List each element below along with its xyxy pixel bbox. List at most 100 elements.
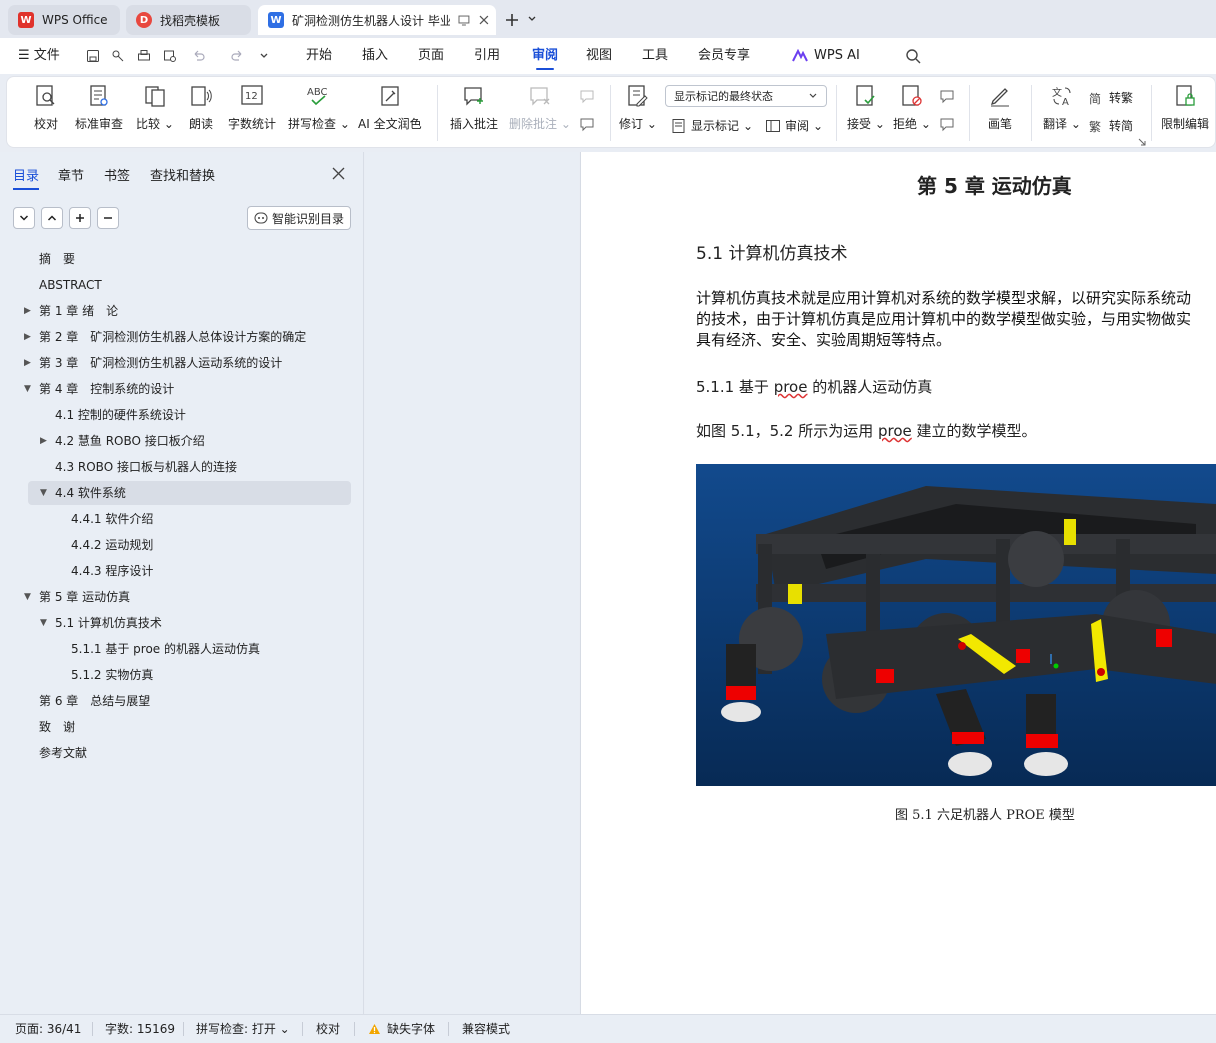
toc-item[interactable]: 致 谢 (0, 714, 364, 740)
close-pane-icon[interactable] (332, 167, 345, 180)
nav-tab-bookmarks[interactable]: 书签 (104, 165, 130, 184)
share-link-icon[interactable] (111, 49, 125, 63)
standard-review-button[interactable]: 标准审查 (75, 83, 123, 132)
collapsed-arrow-icon[interactable]: ▶ (24, 298, 31, 324)
smart-toc-button[interactable]: 智能识别目录 (247, 206, 351, 230)
toc-item[interactable]: ▶ 4.2 慧鱼 ROBO 接口板介绍 (0, 428, 364, 454)
close-tab-icon[interactable] (478, 14, 490, 26)
toc-item[interactable]: 4.4.2 运动规划 (0, 532, 364, 558)
tab-document[interactable]: W 矿洞检测仿生机器人设计 毕业 (258, 5, 496, 35)
toc-item[interactable]: ▶ 第 3 章 矿洞检测仿生机器人运动系统的设计 (0, 350, 364, 376)
to-traditional-button[interactable]: 简 转繁 (1089, 89, 1133, 106)
previous-change-icon[interactable] (939, 89, 957, 105)
svg-text:A: A (1062, 97, 1069, 108)
tab-docer-templates[interactable]: D 找稻壳模板 (126, 5, 251, 35)
proofread-status[interactable]: 校对 (316, 1015, 340, 1043)
undo-icon[interactable] (191, 49, 205, 63)
toc-item[interactable]: 5.1.2 实物仿真 (0, 662, 364, 688)
tab-wps-office[interactable]: W WPS Office (8, 5, 120, 35)
track-changes-button[interactable]: 修订 ⌄ (619, 83, 657, 132)
print-preview-icon[interactable] (163, 49, 177, 63)
collapse-up-button[interactable] (41, 207, 63, 229)
toc-item[interactable]: 参考文献 (0, 740, 364, 766)
toc-item[interactable]: 4.1 控制的硬件系统设计 (0, 402, 364, 428)
previous-comment-icon[interactable] (579, 89, 597, 105)
menu-item-reference[interactable]: 引用 (474, 38, 500, 74)
proofread-button[interactable]: 校对 (33, 83, 59, 132)
remove-heading-button[interactable] (97, 207, 119, 229)
menu-item-view[interactable]: 视图 (586, 38, 612, 74)
expanded-arrow-icon[interactable]: ▼ (24, 584, 31, 610)
collapsed-arrow-icon[interactable]: ▶ (40, 428, 47, 454)
redo-icon[interactable] (231, 49, 245, 63)
page-indicator[interactable]: 页面: 36/41 (15, 1015, 81, 1043)
next-change-icon[interactable] (939, 117, 957, 133)
toc-item[interactable]: ▶ 第 1 章 绪 论 (0, 298, 364, 324)
toc-item[interactable]: 第 6 章 总结与展望 (0, 688, 364, 714)
show-markup-button[interactable]: 显示标记 ⌄ (671, 117, 753, 134)
collapsed-arrow-icon[interactable]: ▶ (24, 324, 31, 350)
expanded-arrow-icon[interactable]: ▼ (24, 376, 31, 402)
collapse-down-button[interactable] (13, 207, 35, 229)
to-simplified-button[interactable]: 繁 转简 (1089, 117, 1133, 134)
spell-check-button[interactable]: ABC 拼写检查 ⌄ (288, 83, 350, 132)
spell-check-status[interactable]: 拼写检查: 打开 ⌄ (196, 1015, 290, 1043)
wps-ai-button[interactable]: WPS AI (792, 38, 860, 74)
expanded-arrow-icon[interactable]: ▼ (40, 480, 47, 506)
file-menu[interactable]: ☰ 文件 (18, 38, 60, 74)
word-count-indicator[interactable]: 字数: 15169 (105, 1015, 175, 1043)
menu-item-member[interactable]: 会员专享 (698, 38, 750, 74)
toc-item[interactable]: ▼ 第 4 章 控制系统的设计 (0, 376, 364, 402)
search-icon[interactable] (905, 48, 921, 64)
pen-button[interactable]: 画笔 (987, 83, 1013, 132)
save-icon[interactable] (86, 49, 100, 63)
translate-button[interactable]: 文A 翻译 ⌄ (1043, 83, 1081, 132)
menu-item-insert[interactable]: 插入 (362, 38, 388, 74)
read-aloud-button[interactable]: 朗读 (188, 83, 214, 132)
nav-tab-toc[interactable]: 目录 (13, 165, 40, 190)
restrict-edit-button[interactable]: 限制编辑 (1161, 83, 1209, 132)
document-page[interactable]: 第 5 章 运动仿真 5.1 计算机仿真技术 计算机仿真技术就是应用计算机对系统… (580, 152, 1216, 1014)
nav-tab-chapters[interactable]: 章节 (58, 165, 84, 184)
ribbon-separator (1031, 85, 1032, 141)
toc-item[interactable]: ▼ 第 5 章 运动仿真 (0, 584, 364, 610)
toc-item[interactable]: 摘 要 (0, 246, 364, 272)
compare-button[interactable]: 比较 ⌄ (136, 83, 174, 132)
insert-comment-button[interactable]: 插入批注 (450, 83, 498, 132)
collapsed-arrow-icon[interactable]: ▶ (24, 350, 31, 376)
toc-item-label: 5.1 计算机仿真技术 (55, 616, 162, 630)
toc-item[interactable]: ▶ 第 2 章 矿洞检测仿生机器人总体设计方案的确定 (0, 324, 364, 350)
expanded-arrow-icon[interactable]: ▼ (40, 610, 47, 636)
toc-item[interactable]: 4.4.1 软件介绍 (0, 506, 364, 532)
markup-mode-select[interactable]: 显示标记的最终状态 (665, 85, 827, 107)
new-tab-icon[interactable] (504, 12, 520, 28)
toc-item[interactable]: ▼ 5.1 计算机仿真技术 (0, 610, 364, 636)
print-icon[interactable] (137, 49, 151, 63)
toc-item[interactable]: 4.4.3 程序设计 (0, 558, 364, 584)
word-count-button[interactable]: 12 字数统计 (228, 83, 276, 132)
toc-item[interactable]: 5.1.1 基于 proe 的机器人运动仿真 (0, 636, 364, 662)
toc-item[interactable]: ▼ 4.4 软件系统 (0, 480, 364, 506)
ai-polish-button[interactable]: AI 全文润色 (358, 83, 422, 132)
menu-item-review[interactable]: 审阅 (530, 38, 560, 74)
delete-comment-button[interactable]: 删除批注 ⌄ (509, 83, 571, 132)
accept-button[interactable]: 接受 ⌄ (847, 83, 885, 132)
menu-item-tools[interactable]: 工具 (642, 38, 668, 74)
ribbon-expand-icon[interactable] (1138, 138, 1146, 146)
quick-access-chevron-icon[interactable] (259, 51, 269, 61)
add-heading-button[interactable] (69, 207, 91, 229)
menu-item-page[interactable]: 页面 (418, 38, 444, 74)
reject-button[interactable]: 拒绝 ⌄ (893, 83, 931, 132)
spelling-flagged-word[interactable]: proe (878, 422, 912, 440)
menu-item-start[interactable]: 开始 (306, 38, 332, 74)
toc-item[interactable]: 4.3 ROBO 接口板与机器人的连接 (0, 454, 364, 480)
missing-font-indicator[interactable]: 缺失字体 (368, 1015, 435, 1043)
next-comment-icon[interactable] (579, 117, 597, 133)
toc-item[interactable]: ABSTRACT (0, 272, 364, 298)
toc-item-label: 第 3 章 矿洞检测仿生机器人运动系统的设计 (39, 356, 283, 370)
robot-model-figure[interactable] (696, 464, 1216, 786)
nav-tab-find-replace[interactable]: 查找和替换 (150, 165, 215, 184)
tab-list-chevron-icon[interactable] (527, 14, 537, 24)
spelling-flagged-word[interactable]: proe (774, 378, 808, 396)
review-pane-button[interactable]: 审阅 ⌄ (765, 117, 823, 134)
